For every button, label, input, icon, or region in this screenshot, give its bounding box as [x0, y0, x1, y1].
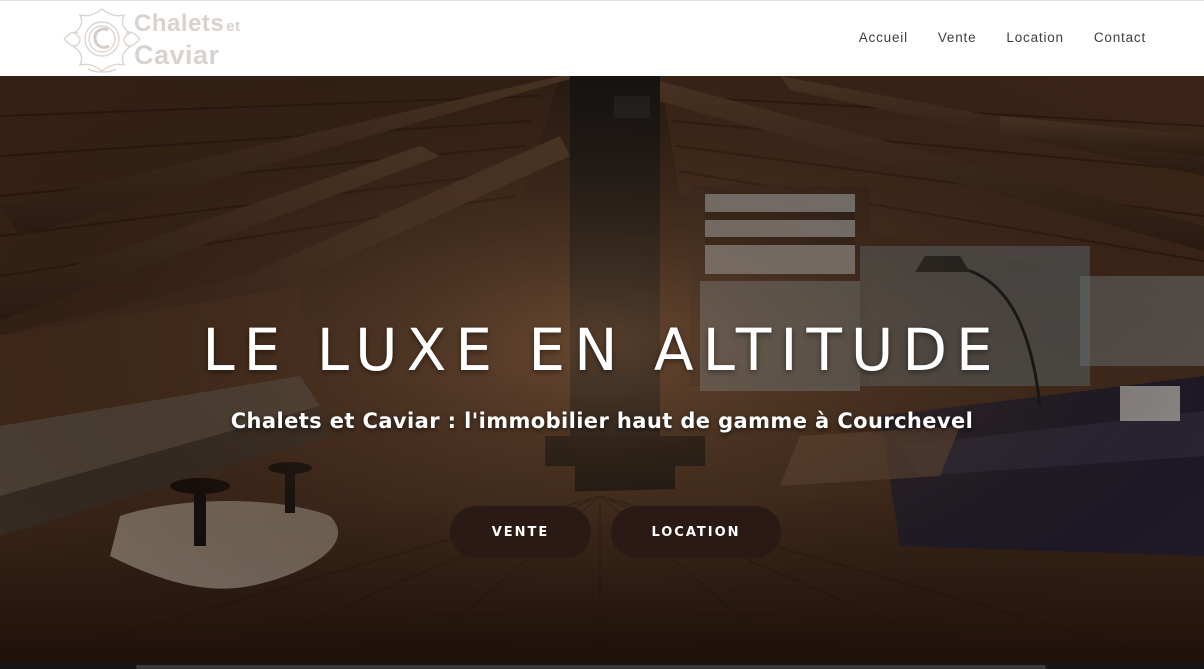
nav-accueil[interactable]: Accueil	[859, 30, 908, 45]
scrollbar-thumb[interactable]	[136, 665, 1046, 669]
logo-line1: Chalets	[134, 10, 225, 37]
nav-vente[interactable]: Vente	[938, 30, 977, 45]
site-header: Chalets et Caviar Accueil Vente Location …	[0, 0, 1204, 76]
vente-button[interactable]: VENTE	[450, 506, 591, 558]
logo-line2: Caviar	[134, 40, 220, 70]
logo-wordmark: Chalets et Caviar	[134, 10, 244, 70]
nav-location[interactable]: Location	[1006, 30, 1063, 45]
bottom-scroll-bar	[0, 663, 1204, 669]
nav-contact[interactable]: Contact	[1094, 30, 1146, 45]
hero-title: LE LUXE EN ALTITUDE	[202, 316, 1002, 384]
logo-line1-suffix: et	[226, 18, 241, 35]
site-logo[interactable]: Chalets et Caviar	[58, 3, 240, 75]
location-button[interactable]: LOCATION	[611, 506, 781, 558]
hero-section: LE LUXE EN ALTITUDE Chalets et Caviar : …	[0, 76, 1204, 669]
main-nav: Accueil Vente Location Contact	[859, 30, 1146, 45]
hero-subtitle: Chalets et Caviar : l'immobilier haut de…	[230, 409, 974, 433]
